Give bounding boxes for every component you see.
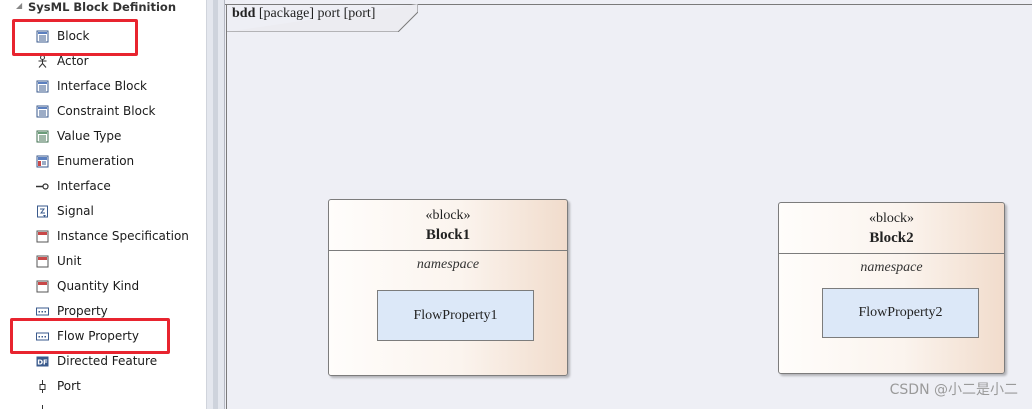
toolbox-item-partial[interactable] [0,399,206,409]
block-compartment-divider [779,253,1004,254]
frame-name: [package] port [port] [258,6,376,21]
toolbox-item-label: Port [57,379,81,393]
toolbox-item-label: Property [57,304,108,318]
toolbox-item-interface[interactable]: Interface [0,174,206,199]
port-icon [39,380,46,393]
block-name[interactable]: Block2 [779,230,1004,247]
toolbox-item-interface-block[interactable]: Interface Block [0,74,206,99]
toolbox-item-port[interactable]: Port [0,374,206,399]
highlight-box-flow-property [10,318,170,354]
toolbox-item-label: Interface Block [57,79,147,93]
interface-block-icon [36,80,49,93]
block-compartment-label: namespace [416,257,480,272]
toolbox-item-enumeration[interactable]: Enumeration [0,149,206,174]
toolbox-item-label: Actor [57,54,89,68]
actor-icon [38,55,47,68]
toolbox-section-header[interactable]: ◢ SysML Block Definition [0,0,206,16]
toolbox-item-label: Unit [57,254,82,268]
scrollbar-track[interactable] [213,0,218,409]
constraint-block-icon [36,105,49,118]
block-stereotype: «block» [425,208,471,223]
interface-icon [36,183,49,190]
unit-icon [36,255,49,268]
instance-specification-icon [36,230,49,243]
watermark: CSDN @小二是小二 [889,382,1018,398]
toolbox-item-label: Instance Specification [57,229,189,243]
signal-icon [37,205,48,218]
toolbox-panel: ◢ SysML Block Definition Block Actor Int… [0,0,206,409]
toolbox-item-label: Signal [57,204,94,218]
block-element-block1[interactable]: «block» Block1 namespace FlowProperty1 [328,199,568,376]
toolbox-item-unit[interactable]: Unit [0,249,206,274]
toolbox-item-label: Interface [57,179,111,193]
toolbox-item-constraint-block[interactable]: Constraint Block [0,99,206,124]
toolbox-item-label: Directed Feature [57,354,158,368]
toolbox-item-label: Enumeration [57,154,135,168]
frame-kind: bdd [232,6,256,21]
block-stereotype: «block» [868,211,915,226]
toolbox-item-quantity-kind[interactable]: Quantity Kind [0,274,206,299]
property-icon [36,307,49,316]
flow-property-element[interactable]: FlowProperty2 [822,288,979,338]
value-type-icon [36,130,49,143]
svg-text:DF: DF [37,359,48,367]
diagram-frame-title: bdd [package] port [port] [232,6,375,22]
toolbox-item-label: Constraint Block [57,104,156,118]
flow-property-element[interactable]: FlowProperty1 [377,290,534,341]
port-icon [42,405,43,409]
toolbox-item-label: Value Type [57,129,122,143]
toolbox-item-value-type[interactable]: Value Type [0,124,206,149]
block-element-block2[interactable]: «block» Block2 namespace FlowProperty2 [778,202,1005,374]
toolbox-item-label: Quantity Kind [57,279,140,293]
quantity-kind-icon [36,280,49,293]
toolbox-section-title: SysML Block Definition [28,0,177,14]
directed-feature-icon: DF [36,356,49,367]
block-compartment-divider [329,250,567,251]
diagram-frame-left [226,4,227,409]
toolbox-item-signal[interactable]: Signal [0,199,206,224]
block-name[interactable]: Block1 [329,227,567,244]
panel-splitter[interactable] [206,0,224,409]
diagram-canvas[interactable]: bdd [package] port [port] «block» Block1… [224,0,1032,409]
enumeration-icon [36,155,49,168]
collapse-arrow-icon[interactable]: ◢ [16,1,22,10]
block-compartment-label: namespace [860,260,923,275]
highlight-box-block [12,19,138,56]
toolbox-item-instance-specification[interactable]: Instance Specification [0,224,206,249]
